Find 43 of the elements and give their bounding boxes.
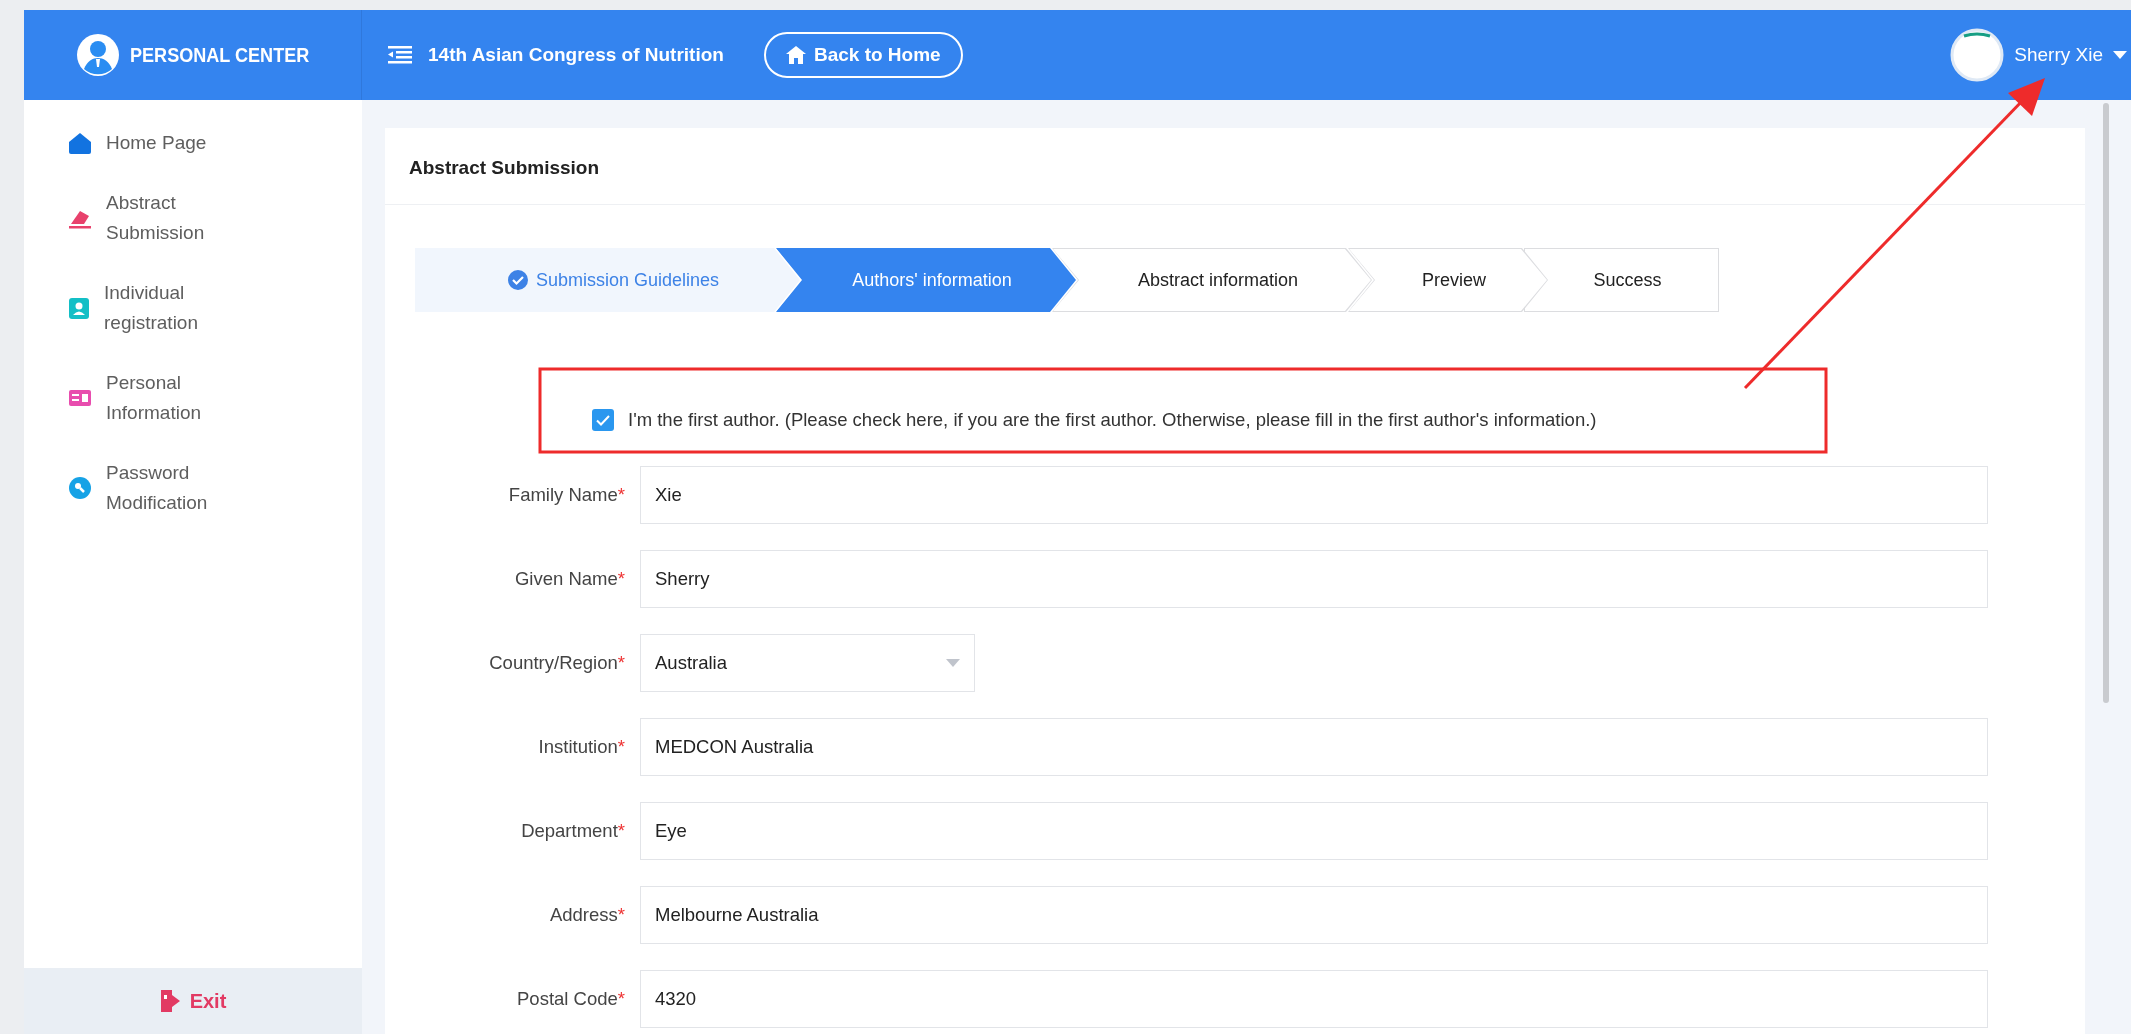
caret-icon[interactable] [2113,50,2127,60]
input-field[interactable]: 4320 [640,970,1988,1028]
user-name[interactable]: Sherry Xie [2014,44,2103,66]
field-label: Institution* [537,736,626,758]
check-circle-icon [507,270,528,290]
logo-text: PERSONAL CENTER [130,43,310,67]
input-field[interactable]: MEDCON Australia [640,718,1988,776]
back-to-home-button[interactable]: Back to Home [763,32,963,78]
sidebar-item[interactable]: Abstract Submission [106,188,246,248]
progress-step: Submission Guidelines [415,248,800,312]
home-icon [68,132,92,154]
key-icon [68,476,92,500]
checkbox[interactable] [592,409,614,431]
sidebar-item[interactable]: Home Page [106,128,246,158]
field-label: Given Name* [513,568,626,590]
field-label: Postal Code* [516,988,626,1010]
field-label: Department* [520,820,626,842]
progress-step: Authors' information [776,248,1076,312]
page-title: Abstract Submission [385,128,2085,205]
scrollbar-thumb[interactable] [2103,103,2109,703]
user-avatar-icon [76,33,121,77]
exit-link[interactable]: Exit [189,989,227,1013]
avatar-circle[interactable] [1950,28,2005,82]
field-label: Country/Region* [488,652,626,674]
checkbox-label: I'm the first author. (Please check here, if you are the first author. Otherwise, please fill in the first author's information.) [628,409,1597,431]
sidebar-item[interactable]: Password Modification [106,458,246,518]
sidebar-item[interactable]: Personal Information [106,368,246,428]
home-icon [785,46,806,64]
conference-title: 14th Asian Congress of Nutrition [428,44,724,66]
input-field[interactable]: Sherry [640,550,1988,608]
field-label: Address* [548,904,626,926]
caret-icon [946,659,960,667]
checkmark-icon [596,414,610,426]
select-field[interactable]: Australia [640,634,975,692]
input-field[interactable]: Eye [640,802,1988,860]
field-label: Family Name* [507,484,626,506]
id-badge-icon [68,296,90,320]
profile-card-icon [68,388,92,408]
sidebar-item[interactable]: Individual registration [104,278,244,338]
input-field[interactable]: Xie [640,466,1988,524]
input-field[interactable]: Melbourne Australia [640,886,1988,944]
menu-icon[interactable] [388,45,412,65]
exit-door-icon [159,989,182,1013]
